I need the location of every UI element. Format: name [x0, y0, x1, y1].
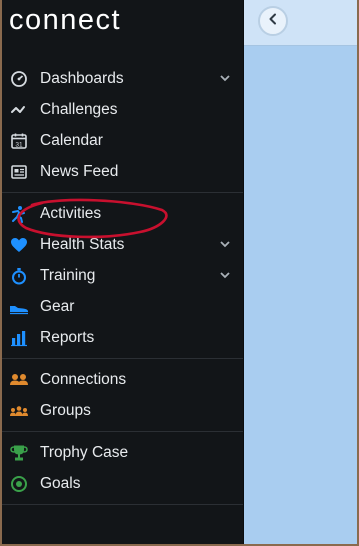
sidebar: connect Dashboards Challenges 31 Calenda… [2, 0, 244, 544]
sidebar-item-label: Connections [40, 370, 127, 388]
sidebar-item-news-feed[interactable]: News Feed [2, 156, 243, 187]
dashboard-gauge-icon [9, 69, 29, 89]
brand-logo[interactable]: connect [9, 4, 121, 37]
sidebar-item-label: News Feed [40, 162, 119, 180]
calendar-icon: 31 [9, 131, 29, 151]
sidebar-item-activities[interactable]: Activities [2, 198, 243, 229]
nav-section-social: Connections Groups [2, 364, 243, 432]
sidebar-item-training[interactable]: Training [2, 260, 243, 291]
sidebar-item-health-stats[interactable]: Health Stats [2, 229, 243, 260]
chevron-down-icon[interactable] [220, 73, 230, 83]
chevron-left-icon [268, 12, 278, 30]
challenges-zigzag-icon [9, 100, 29, 120]
sidebar-item-label: Goals [40, 474, 81, 492]
sidebar-item-goals[interactable]: Goals [2, 468, 243, 499]
stopwatch-icon [9, 266, 29, 286]
trophy-icon [9, 443, 29, 463]
sidebar-item-label: Dashboards [40, 69, 124, 87]
sidebar-item-groups[interactable]: Groups [2, 395, 243, 426]
sidebar-item-label: Challenges [40, 100, 118, 118]
sidebar-item-label: Reports [40, 328, 95, 346]
nav-section-achievements: Trophy Case Goals [2, 437, 243, 505]
nav-section-main: Dashboards Challenges 31 Calendar News F… [2, 63, 243, 193]
sidebar-item-gear[interactable]: Gear [2, 291, 243, 322]
collapse-sidebar-button[interactable] [258, 6, 288, 36]
sidebar-item-connections[interactable]: Connections [2, 364, 243, 395]
newsfeed-icon [9, 162, 29, 182]
bar-chart-icon [9, 328, 29, 348]
shoe-icon [9, 297, 29, 317]
sidebar-item-label: Trophy Case [40, 443, 129, 461]
main-header [244, 0, 357, 46]
sidebar-item-label: Calendar [40, 131, 103, 149]
main-content [244, 0, 357, 544]
nav-section-activity: Activities Health Stats Training Gear Re… [2, 198, 243, 359]
groups-people-icon [9, 401, 29, 421]
chevron-down-icon[interactable] [220, 270, 230, 280]
sidebar-item-dashboards[interactable]: Dashboards [2, 63, 243, 94]
chevron-down-icon[interactable] [220, 239, 230, 249]
sidebar-item-label: Gear [40, 297, 75, 315]
sidebar-item-challenges[interactable]: Challenges [2, 94, 243, 125]
goal-target-icon [9, 474, 29, 494]
activity-runner-icon [9, 204, 29, 224]
sidebar-item-label: Activities [40, 204, 102, 222]
heart-icon [9, 235, 29, 255]
svg-text:31: 31 [15, 141, 23, 148]
sidebar-item-label: Training [40, 266, 96, 284]
sidebar-item-label: Groups [40, 401, 91, 419]
sidebar-item-calendar[interactable]: 31 Calendar [2, 125, 243, 156]
sidebar-item-reports[interactable]: Reports [2, 322, 243, 353]
sidebar-item-trophy-case[interactable]: Trophy Case [2, 437, 243, 468]
sidebar-nav: Dashboards Challenges 31 Calendar News F… [2, 63, 243, 510]
sidebar-item-label: Health Stats [40, 235, 125, 253]
app-window: connect Dashboards Challenges 31 Calenda… [2, 0, 357, 544]
connections-people-icon [9, 370, 29, 390]
